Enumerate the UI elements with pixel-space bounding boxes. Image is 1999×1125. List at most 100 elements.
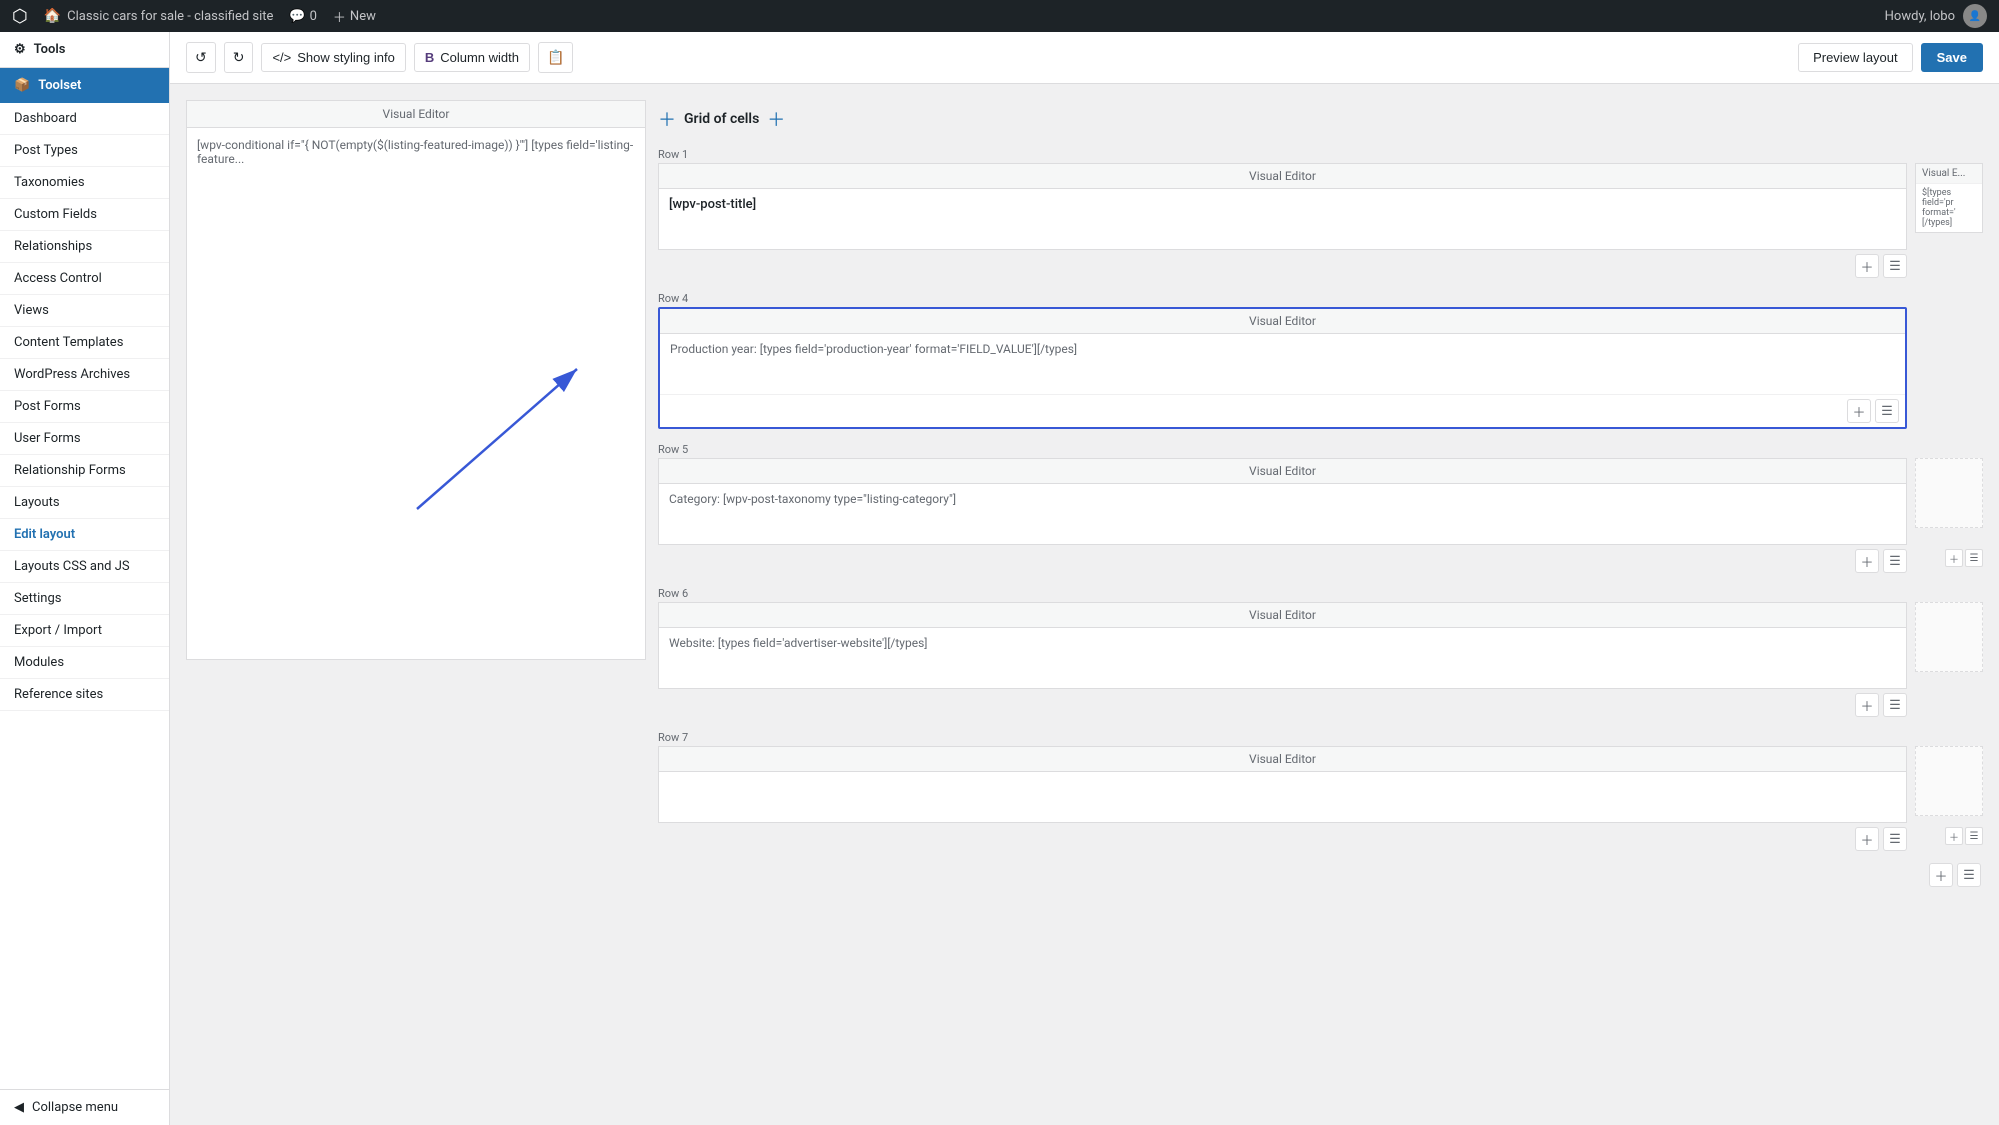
row-1-ve-header: Visual Editor (659, 164, 1906, 189)
row-1-main-cell: Visual Editor [wpv-post-title] (658, 163, 1907, 250)
admin-bar: ⬡ 🏠 Classic cars for sale - classified s… (0, 0, 1999, 32)
sidebar-item-dashboard[interactable]: Dashboard (0, 103, 169, 135)
row-5-menu-button[interactable]: ☰ (1883, 549, 1907, 573)
sidebar-item-user-forms[interactable]: User Forms (0, 423, 169, 455)
undo-button[interactable]: ↺ (186, 42, 216, 73)
row-7-cells: Visual Editor (658, 746, 1983, 823)
row-7-menu-button[interactable]: ☰ (1883, 827, 1907, 851)
sidebar-item-relationships[interactable]: Relationships (0, 231, 169, 263)
row-5-add-button[interactable]: ＋ (1855, 549, 1879, 573)
row-4-main: Visual Editor Production year: [types fi… (658, 307, 1907, 429)
row-4-menu-button[interactable]: ☰ (1875, 399, 1899, 423)
layout-canvas: Visual Editor [wpv-conditional if="{ NOT… (170, 84, 1999, 1125)
sidebar-item-custom-fields[interactable]: Custom Fields (0, 199, 169, 231)
sidebar-item-taxonomies[interactable]: Taxonomies (0, 167, 169, 199)
row-5-side-menu-button[interactable]: ☰ (1965, 549, 1983, 567)
sidebar-item-settings[interactable]: Settings (0, 583, 169, 615)
avatar[interactable]: 👤 (1963, 4, 1987, 28)
column-width-button[interactable]: B Column width (414, 43, 530, 72)
row-5-side-add-button[interactable]: ＋ (1945, 549, 1963, 567)
row-1-block: Row 1 Visual Editor [wpv-post-title] (658, 142, 1983, 278)
row-5-ve-body: Category: [wpv-post-taxonomy type="listi… (659, 484, 1906, 544)
toolbar: ↺ ↻ </> Show styling info B Column width… (170, 32, 1999, 84)
sidebar-item-relationship-forms[interactable]: Relationship Forms (0, 455, 169, 487)
row-6-side (1915, 602, 1983, 689)
row-7-footer-row: ＋ ☰ ＋ ☰ (658, 823, 1983, 851)
row-6-side-cell (1915, 602, 1983, 672)
sidebar-item-modules[interactable]: Modules (0, 647, 169, 679)
row-6-add-button[interactable]: ＋ (1855, 693, 1879, 717)
bottom-add-button[interactable]: ＋ (1929, 863, 1953, 887)
row-5-ve-header: Visual Editor (659, 459, 1906, 484)
grid-add-right-button[interactable]: ＋ (767, 106, 785, 132)
row-5-footer-row: ＋ ☰ ＋ ☰ (658, 545, 1983, 573)
comments-link[interactable]: 💬 0 (289, 9, 317, 24)
row-6-label: Row 6 (658, 581, 1983, 602)
content-area: ↺ ↻ </> Show styling info B Column width… (170, 32, 1999, 1125)
collapse-menu-button[interactable]: ◀ Collapse menu (0, 1089, 169, 1125)
bottom-menu-button[interactable]: ☰ (1957, 863, 1981, 887)
sidebar-item-wordpress-archives[interactable]: WordPress Archives (0, 359, 169, 391)
sidebar: ⚙ Tools 📦 Toolset Dashboard Post Types T… (0, 32, 170, 1125)
sidebar-item-reference-sites[interactable]: Reference sites (0, 679, 169, 711)
wp-logo-icon[interactable]: ⬡ (12, 6, 28, 27)
left-ve-header: Visual Editor (187, 101, 645, 128)
tools-icon: ⚙ (14, 42, 26, 57)
row-5-main: Visual Editor Category: [wpv-post-taxono… (658, 458, 1907, 545)
sidebar-item-access-control[interactable]: Access Control (0, 263, 169, 295)
row-5-side (1915, 458, 1983, 545)
row-6-footer-row: ＋ ☰ (658, 689, 1983, 717)
row-1-side-body: $[types field='pr format=' [/types] (1916, 184, 1982, 232)
save-button[interactable]: Save (1921, 43, 1983, 72)
new-content-link[interactable]: ＋ New (333, 7, 376, 26)
row-7-label: Row 7 (658, 725, 1983, 746)
row-4-ve-body: Production year: [types field='productio… (660, 334, 1905, 394)
sidebar-item-toolset[interactable]: 📦 Toolset (0, 68, 169, 103)
row-6-ve-cell: Visual Editor Website: [types field='adv… (658, 602, 1907, 689)
row-6-ve-header: Visual Editor (659, 603, 1906, 628)
site-name[interactable]: 🏠 Classic cars for sale - classified sit… (44, 8, 274, 24)
sidebar-item-content-templates[interactable]: Content Templates (0, 327, 169, 359)
extra-options-button[interactable]: 📋 (538, 42, 573, 73)
grid-add-left-button[interactable]: ＋ (658, 106, 676, 132)
row-1-side-cell: Visual E... $[types field='pr format=' [… (1915, 163, 1983, 250)
row-5-ve-cell: Visual Editor Category: [wpv-post-taxono… (658, 458, 1907, 545)
sidebar-item-views[interactable]: Views (0, 295, 169, 327)
row-4-footer: ＋ ☰ (660, 394, 1905, 427)
row-1-side-ve: Visual E... $[types field='pr format=' [… (1915, 163, 1983, 233)
main-wrapper: ⚙ Tools 📦 Toolset Dashboard Post Types T… (0, 32, 1999, 1125)
row-4-label: Row 4 (658, 286, 1983, 307)
home-icon: 🏠 (44, 8, 61, 24)
row-5-cells: Visual Editor Category: [wpv-post-taxono… (658, 458, 1983, 545)
row-1-ve-cell: Visual Editor [wpv-post-title] (658, 163, 1907, 250)
row-5-side-cell (1915, 458, 1983, 528)
row-7-side-add-button[interactable]: ＋ (1945, 827, 1963, 845)
sidebar-item-layouts-css-js[interactable]: Layouts CSS and JS (0, 551, 169, 583)
row-4-add-button[interactable]: ＋ (1847, 399, 1871, 423)
bottom-add-row: ＋ ☰ (658, 859, 1983, 891)
toolset-icon: 📦 (14, 78, 30, 93)
row-6-menu-button[interactable]: ☰ (1883, 693, 1907, 717)
row-6-main: Visual Editor Website: [types field='adv… (658, 602, 1907, 689)
sidebar-item-export-import[interactable]: Export / Import (0, 615, 169, 647)
row-7-add-button[interactable]: ＋ (1855, 827, 1879, 851)
sidebar-item-post-types[interactable]: Post Types (0, 135, 169, 167)
row-7-side-menu-button[interactable]: ☰ (1965, 827, 1983, 845)
bootstrap-icon: B (425, 50, 434, 65)
sidebar-item-layouts[interactable]: Layouts (0, 487, 169, 519)
preview-layout-button[interactable]: Preview layout (1798, 43, 1913, 72)
sidebar-item-post-forms[interactable]: Post Forms (0, 391, 169, 423)
grid-header: ＋ Grid of cells ＋ (658, 100, 1983, 142)
right-section: ＋ Grid of cells ＋ Row 1 (658, 100, 1983, 1109)
redo-button[interactable]: ↻ (224, 42, 254, 73)
row-7-block: Row 7 Visual Editor (658, 725, 1983, 851)
row-1-side-header: Visual E... (1916, 164, 1982, 184)
row-1-add-button[interactable]: ＋ (1855, 254, 1879, 278)
row-4-block: Row 4 Visual Editor Production year: [ty… (658, 286, 1983, 429)
row-4-cells: Visual Editor Production year: [types fi… (658, 307, 1983, 429)
sidebar-item-edit-layout[interactable]: Edit layout (0, 519, 169, 551)
row-1-menu-button[interactable]: ☰ (1883, 254, 1907, 278)
row-5-block: Row 5 Visual Editor Category: [wpv-post-… (658, 437, 1983, 573)
show-styling-button[interactable]: </> Show styling info (261, 43, 405, 72)
row-1-ve-body: [wpv-post-title] (659, 189, 1906, 249)
